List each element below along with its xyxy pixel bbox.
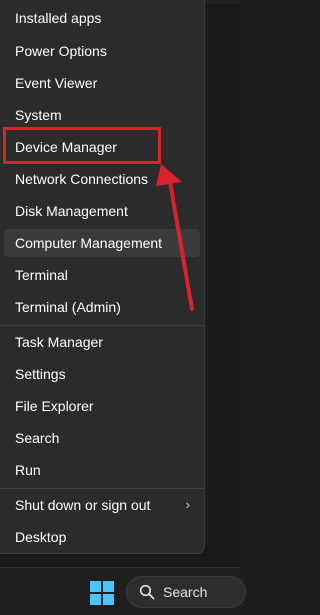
menu-item-terminal[interactable]: Terminal [4,261,200,289]
taskbar-search-box[interactable]: Search [126,576,246,608]
menu-item-device-manager[interactable]: Device Manager [4,133,200,161]
menu-item-run[interactable]: Run [4,456,200,484]
menu-item-label: Desktop [15,529,67,545]
menu-item-file-explorer[interactable]: File Explorer [4,392,200,420]
menu-item-label: Terminal [15,267,68,283]
menu-item-label: Shut down or sign out [15,497,151,513]
menu-item-label: Installed apps [15,10,102,26]
winx-context-menu: Installed apps Power Options Event Viewe… [0,0,205,554]
menu-item-label: Settings [15,366,66,382]
menu-separator [0,488,204,489]
menu-item-label: Disk Management [15,203,128,219]
menu-item-label: System [15,107,62,123]
menu-item-computer-management[interactable]: Computer Management [4,229,200,257]
menu-item-label: Search [15,430,60,446]
menu-item-search[interactable]: Search [4,424,200,452]
menu-item-installed-apps[interactable]: Installed apps [4,4,200,32]
search-label: Search [163,584,208,600]
menu-separator [0,325,204,326]
menu-item-event-viewer[interactable]: Event Viewer [4,69,200,97]
menu-item-network-connections[interactable]: Network Connections [4,165,200,193]
menu-item-label: Event Viewer [15,75,98,91]
menu-item-settings[interactable]: Settings [4,360,200,388]
search-icon [139,584,155,600]
menu-item-label: Terminal (Admin) [15,299,121,315]
screenshot-stage: Installed apps Power Options Event Viewe… [0,0,246,615]
menu-item-system[interactable]: System [4,101,200,129]
taskbar: Search [0,567,246,615]
menu-item-power-options[interactable]: Power Options [4,37,200,65]
menu-item-label: Power Options [15,43,107,59]
menu-item-desktop[interactable]: Desktop [4,523,200,551]
menu-item-label: Device Manager [15,139,117,155]
menu-item-label: Network Connections [15,171,149,187]
chevron-right-icon: › [185,497,190,512]
windows-logo-icon[interactable] [90,581,114,605]
menu-item-shut-down-or-sign-out[interactable]: Shut down or sign out › [4,491,200,519]
menu-item-disk-management[interactable]: Disk Management [4,197,200,225]
menu-item-label: Task Manager [15,334,103,350]
menu-item-terminal-admin[interactable]: Terminal (Admin) [4,293,200,321]
menu-item-label: Run [15,462,41,478]
menu-item-task-manager[interactable]: Task Manager [4,328,200,356]
menu-item-label: File Explorer [15,398,94,414]
menu-item-label: Computer Management [15,235,163,251]
